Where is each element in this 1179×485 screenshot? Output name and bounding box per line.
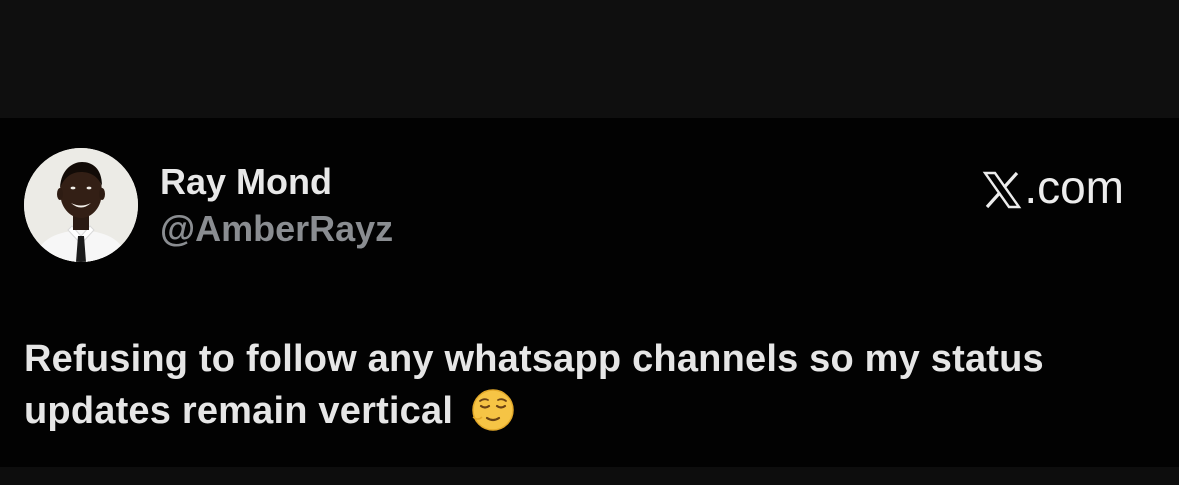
relieved-face-emoji-icon [470, 387, 516, 433]
tweet-text: Refusing to follow any whatsapp channels… [24, 338, 1044, 432]
avatar[interactable] [24, 148, 138, 262]
user-handle[interactable]: @AmberRayz [160, 207, 393, 251]
tweet-body: Refusing to follow any whatsapp channels… [24, 333, 1144, 437]
brand-domain: .com [1024, 161, 1124, 213]
brand-watermark: .com [982, 160, 1124, 214]
top-background [0, 0, 1179, 118]
x-logo-icon [982, 167, 1022, 209]
bottom-background [0, 467, 1179, 485]
avatar-photo [24, 148, 138, 262]
display-name[interactable]: Ray Mond [160, 160, 332, 204]
